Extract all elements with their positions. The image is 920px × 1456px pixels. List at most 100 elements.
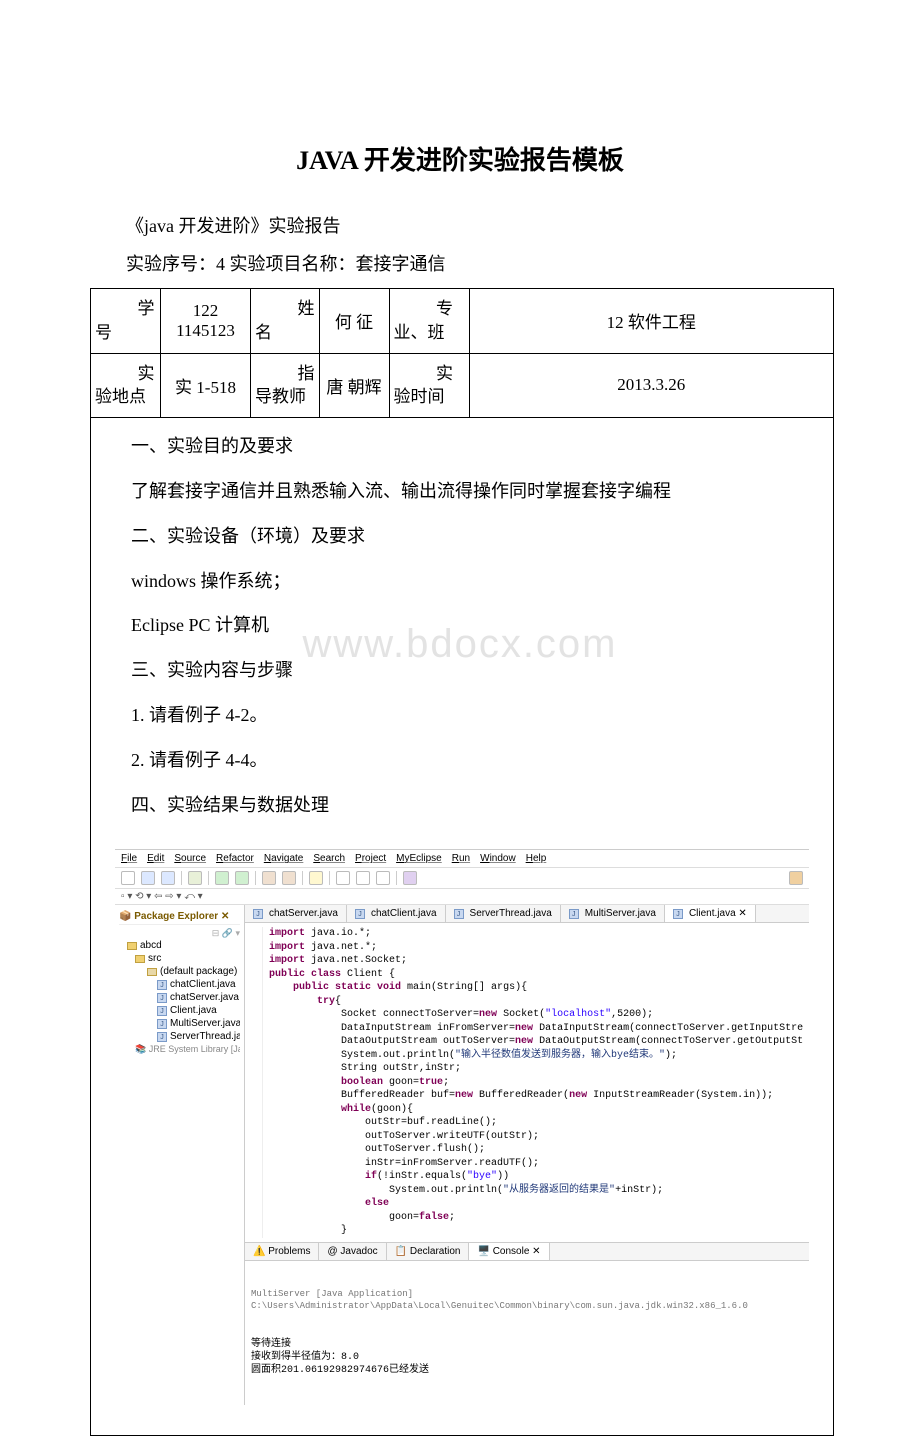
code-line: public class Client { xyxy=(269,968,803,982)
ide-screenshot: File Edit Source Refactor Navigate Search Proj… xyxy=(115,849,809,1405)
menu-item-run[interactable]: Run xyxy=(452,853,470,864)
menu-item-help[interactable]: Help xyxy=(526,853,547,864)
save-all-icon[interactable] xyxy=(161,871,175,885)
menu-item-navigate[interactable]: Navigate xyxy=(264,853,303,864)
code-line: inStr=inFromServer.readUTF(); xyxy=(269,1157,803,1171)
value-student-id: 122 1145123 xyxy=(161,289,251,354)
code-line: outToServer.writeUTF(outStr); xyxy=(269,1130,803,1144)
label-teacher-b: 导教师 xyxy=(255,387,306,406)
doc-subtitle-1: 《java 开发进阶》实验报告 xyxy=(90,212,830,238)
tree-project[interactable]: abcd xyxy=(140,940,162,951)
tree-file[interactable]: JchatServer.java xyxy=(119,991,240,1004)
java-file-icon: J xyxy=(673,909,683,919)
console-line: 圆面积201.06192982974676已经发送 xyxy=(251,1364,803,1377)
label-student-id-b: 号 xyxy=(95,323,112,342)
label-time-a: 实 xyxy=(394,362,465,386)
java-file-icon: J xyxy=(157,1019,167,1029)
ide-menubar[interactable]: File Edit Source Refactor Navigate Search Proj… xyxy=(115,850,809,868)
value-location: 实 1-518 xyxy=(161,353,251,418)
project-icon xyxy=(127,942,137,950)
menu-item-file[interactable]: File xyxy=(121,853,137,864)
editor-tab[interactable]: JchatServer.java xyxy=(245,905,347,922)
code-editor[interactable]: import java.io.*;import java.net.*;impor… xyxy=(245,923,809,1242)
doc-subtitle-2: 实验序号：4 实验项目名称：套接字通信 xyxy=(90,250,830,276)
tree-jre[interactable]: JRE System Library [JavaSE-1.6] xyxy=(149,1044,240,1054)
section-2-body-1: windows 操作系统； xyxy=(131,567,809,596)
value-name: 何 征 xyxy=(319,289,389,354)
run-icon[interactable] xyxy=(235,871,249,885)
bottom-tab-problems[interactable]: ⚠️ Problems xyxy=(245,1243,319,1260)
menu-item-source[interactable]: Source xyxy=(174,853,206,864)
menu-item-myeclipse[interactable]: MyEclipse xyxy=(396,853,442,864)
bottom-tabs[interactable]: ⚠️ Problems@ Javadoc📋 Declaration🖥️ Cons… xyxy=(245,1242,809,1261)
code-line: goon=false; xyxy=(269,1211,803,1225)
code-line: import java.net.Socket; xyxy=(269,954,803,968)
menu-item-search[interactable]: Search xyxy=(313,853,345,864)
code-line: else xyxy=(269,1197,803,1211)
package-icon xyxy=(147,968,157,976)
console-line: 接收到得半径值为：8.0 xyxy=(251,1351,803,1364)
new-icon[interactable] xyxy=(121,871,135,885)
ide-toolbar[interactable] xyxy=(115,868,809,889)
code-line: import java.io.*; xyxy=(269,927,803,941)
label-loc-a: 实 xyxy=(95,362,156,386)
code-line: import java.net.*; xyxy=(269,941,803,955)
report-body: 一、实验目的及要求 了解套接字通信并且熟悉输入流、输出流得操作同时掌握套接字编程… xyxy=(91,418,833,849)
java-file-icon: J xyxy=(157,1006,167,1016)
tree-file[interactable]: JchatClient.java xyxy=(119,978,240,991)
tree-file[interactable]: JServerThread.java xyxy=(119,1030,240,1043)
menu-item-refactor[interactable]: Refactor xyxy=(216,853,254,864)
bottom-tab-console[interactable]: 🖥️ Console ✕ xyxy=(469,1243,549,1260)
section-3-title: 三、实验内容与步骤 xyxy=(131,656,809,685)
menu-item-project[interactable]: Project xyxy=(355,853,386,864)
menu-item-edit[interactable]: Edit xyxy=(147,853,164,864)
console-panel[interactable]: MultiServer [Java Application] C:\Users\… xyxy=(245,1261,809,1405)
code-line: DataInputStream inFromServer=new DataInp… xyxy=(269,1022,803,1036)
menu-item-window[interactable]: Window xyxy=(480,853,516,864)
build-icon[interactable] xyxy=(188,871,202,885)
bottom-tab-javadoc[interactable]: @ Javadoc xyxy=(319,1243,386,1260)
save-icon[interactable] xyxy=(141,871,155,885)
editor-tab[interactable]: JClient.java ✕ xyxy=(665,905,756,922)
tree-file[interactable]: JMultiServer.java xyxy=(119,1017,240,1030)
perspective-icon[interactable] xyxy=(403,871,417,885)
section-2-title: 二、实验设备（环境）及要求 xyxy=(131,522,809,551)
java-file-icon: J xyxy=(569,909,579,919)
bottom-tab-declaration[interactable]: 📋 Declaration xyxy=(387,1243,470,1260)
nav-icon[interactable] xyxy=(336,871,350,885)
section-1-title: 一、实验目的及要求 xyxy=(131,432,809,461)
value-time: 2013.3.26 xyxy=(469,353,834,418)
label-loc-b: 验地点 xyxy=(95,387,146,406)
section-4-title: 四、实验结果与数据处理 xyxy=(131,791,809,820)
nav-icon[interactable] xyxy=(356,871,370,885)
editor-tab[interactable]: JMultiServer.java xyxy=(561,905,665,922)
editor-tab[interactable]: JchatClient.java xyxy=(347,905,446,922)
myeclipse-icon[interactable] xyxy=(789,871,803,885)
table-row: 实验地点 实 1-518 指导教师 唐 朝辉 实验时间 2013.3.26 xyxy=(91,353,834,418)
toolbar-separator xyxy=(329,871,330,885)
ide-toolbar-2[interactable]: ▫ ▾ ⟲ ▾ ⇦ ⇨ ▾ ⤺ ▾ xyxy=(115,889,809,905)
label-student-id-a: 学 xyxy=(95,297,156,321)
tree-file[interactable]: JClient.java xyxy=(119,1004,240,1017)
section-3-body-1: 1. 请看例子 4-2。 xyxy=(131,701,809,730)
package-explorer[interactable]: 📦 Package Explorer ✕ ⊟ 🔗 ▾ abcd src (def… xyxy=(115,905,245,1405)
code-line: System.out.println("从服务器返回的结果是"+inStr); xyxy=(269,1184,803,1198)
code-line: while(goon){ xyxy=(269,1103,803,1117)
tree-src[interactable]: src xyxy=(148,953,161,964)
search-icon[interactable] xyxy=(309,871,323,885)
code-line: DataOutputStream outToServer=new DataOut… xyxy=(269,1035,803,1049)
new-class-icon[interactable] xyxy=(262,871,276,885)
debug-icon[interactable] xyxy=(215,871,229,885)
new-package-icon[interactable] xyxy=(282,871,296,885)
label-major-b: 业、班 xyxy=(394,323,445,342)
code-line: try{ xyxy=(269,995,803,1009)
tree-package[interactable]: (default package) xyxy=(160,966,237,977)
editor-tabs[interactable]: JchatServer.javaJchatClient.javaJServerT… xyxy=(245,905,809,923)
code-line: Socket connectToServer=new Socket("local… xyxy=(269,1008,803,1022)
editor-tab[interactable]: JServerThread.java xyxy=(446,905,561,922)
code-line: String outStr,inStr; xyxy=(269,1062,803,1076)
java-file-icon: J xyxy=(253,909,263,919)
nav-icon[interactable] xyxy=(376,871,390,885)
code-line: outToServer.flush(); xyxy=(269,1143,803,1157)
table-row: 学号 122 1145123 姓名 何 征 专业、班 12 软件工程 xyxy=(91,289,834,354)
